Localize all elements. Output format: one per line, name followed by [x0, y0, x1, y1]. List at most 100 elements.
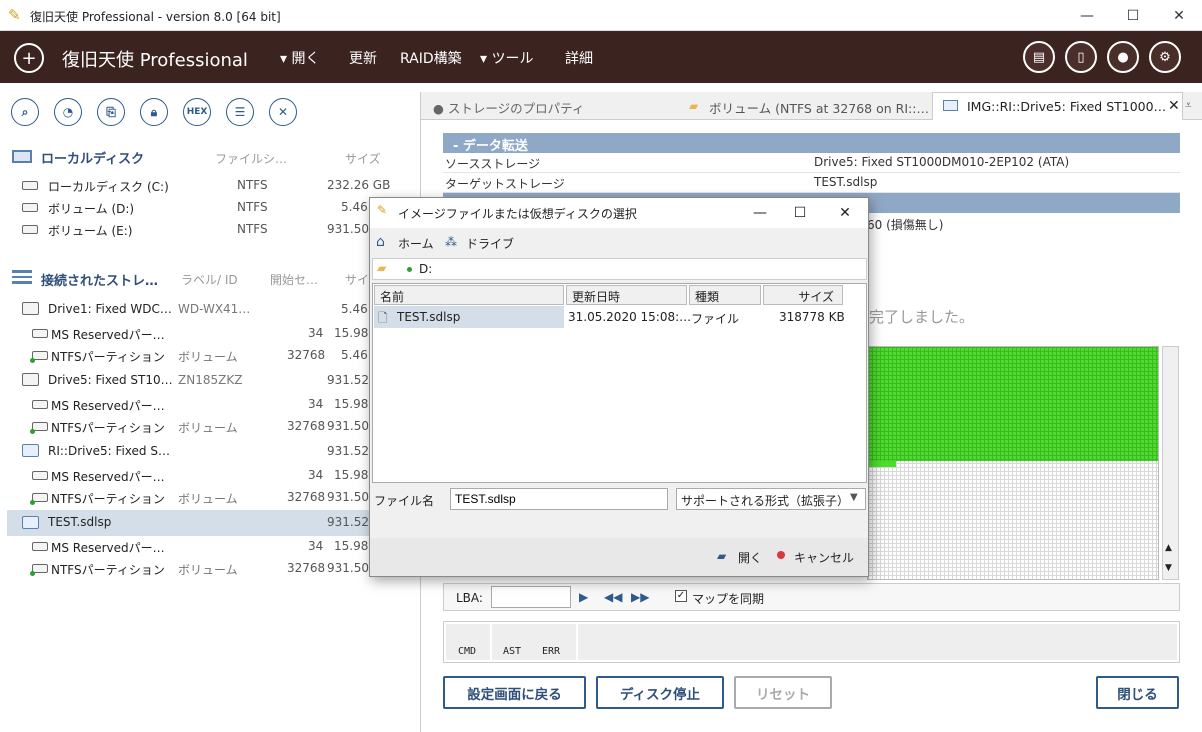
- brand-logo-icon: +: [14, 43, 44, 73]
- tab-image[interactable]: IMG::RI::Drive5: Fixed ST1000… ✕: [932, 92, 1183, 120]
- menu-open[interactable]: ▾ 開く: [280, 48, 319, 68]
- close-window-button[interactable]: ✕: [1156, 0, 1202, 31]
- storage-row-selected[interactable]: TEST.sdlsp 931.52: [7, 510, 420, 536]
- col-type[interactable]: 種類: [689, 285, 761, 305]
- local-disk-name: ボリューム (E:): [48, 224, 133, 238]
- lba-input[interactable]: [491, 586, 571, 608]
- settings-icon[interactable]: ⚙: [1149, 41, 1181, 73]
- file-icon: 🗋: [378, 311, 388, 325]
- partition-row[interactable]: NTFSパーティション ボリューム 32768 931.50: [0, 415, 420, 437]
- partition-row[interactable]: MS Reservedパー… 34 15.98: [0, 322, 420, 344]
- local-disk-row[interactable]: ローカルディスク (C:) NTFS 232.26 GB: [0, 174, 420, 196]
- partition-row[interactable]: MS Reservedパー… 34 15.98: [0, 535, 420, 557]
- back-to-settings-button[interactable]: 設定画面に戻る: [443, 676, 586, 709]
- partition-size: 15.98: [334, 539, 369, 553]
- play-icon[interactable]: ▶: [579, 590, 588, 604]
- file-list[interactable]: 名前 更新日時 種類 サイズ 🗋 TEST.sdlsp 31.05.2020 1…: [372, 283, 867, 483]
- storage-row[interactable]: RI::Drive5: Fixed S… 931.52: [0, 440, 420, 462]
- property-row: ターゲットストレージ TEST.sdlsp: [443, 173, 1180, 193]
- sync-map-checkbox[interactable]: ✓: [675, 590, 687, 602]
- disk-image-icon: [943, 100, 958, 111]
- home-icon[interactable]: ⌂: [376, 234, 385, 250]
- image-icon[interactable]: ⎘: [97, 98, 125, 126]
- local-disk-icon: [12, 150, 32, 163]
- list-icon[interactable]: ☰: [226, 98, 254, 126]
- partition-icon: [32, 329, 48, 338]
- user-icon[interactable]: ●: [1107, 41, 1139, 73]
- storage-row[interactable]: Drive1: Fixed WDC… WD-WX41… 5.46: [0, 298, 420, 320]
- storage-row[interactable]: Drive5: Fixed ST10… ZN185ZKZ 931.52: [0, 369, 420, 391]
- scroll-down-icon[interactable]: ▼: [1165, 563, 1172, 573]
- dialog-title: イメージファイルまたは仮想ディスクの選択: [398, 207, 637, 221]
- partition-size: 931.50: [327, 561, 369, 575]
- partition-row[interactable]: MS Reservedパー… 34 15.98: [0, 464, 420, 486]
- close-button[interactable]: 閉じる: [1096, 676, 1179, 709]
- filename-label: ファイル名: [374, 494, 435, 508]
- partition-row[interactable]: NTFSパーティション ボリューム 32768 931.50: [0, 557, 420, 579]
- rewind-icon[interactable]: ◀◀: [604, 590, 622, 604]
- ast-label: AST: [503, 646, 522, 657]
- storage-name: RI::Drive5: Fixed S…: [48, 444, 170, 458]
- col-name[interactable]: 名前: [374, 285, 564, 305]
- local-disk-size: 931.50: [327, 222, 369, 236]
- status-panel: CMD AST ERR: [443, 621, 1180, 663]
- dialog-close-button[interactable]: ✕: [825, 200, 865, 226]
- reset-button[interactable]: リセット: [734, 676, 832, 709]
- panel-icon[interactable]: ▯: [1065, 41, 1097, 73]
- chat-icon[interactable]: ▤: [1023, 41, 1055, 73]
- map-scrollbar[interactable]: ▲ ▼: [1162, 346, 1179, 580]
- tab-close-icon[interactable]: ✕: [1168, 98, 1180, 114]
- filter-select[interactable]: サポートされる形式（拡張子） ▼: [676, 488, 866, 510]
- storage-size: 5.46: [341, 302, 368, 316]
- cancel-button[interactable]: キャンセル: [794, 549, 854, 566]
- local-col-fs[interactable]: ファイルシ…: [215, 150, 287, 167]
- connected-col-size[interactable]: サイ: [345, 271, 369, 288]
- open-button[interactable]: 開く: [738, 549, 762, 566]
- lock-icon[interactable]: 🔒︎: [140, 98, 168, 126]
- brand-name: 復旧天使 Professional: [62, 50, 248, 71]
- storage-label: ZN185ZKZ: [178, 373, 243, 387]
- maximize-button[interactable]: ☐: [1110, 0, 1156, 31]
- tab-storage-properties[interactable]: ● ストレージのプロパティ: [433, 92, 584, 120]
- filename-input[interactable]: [450, 488, 668, 510]
- search-icon[interactable]: ⌕: [11, 98, 39, 126]
- menu-tools[interactable]: ▾ ツール: [480, 48, 533, 68]
- menu-raid[interactable]: RAID構築: [400, 48, 462, 68]
- connected-col-label[interactable]: ラベル/ ID: [181, 271, 238, 288]
- tab-overflow-icon[interactable]: ⩡: [1185, 98, 1192, 113]
- home-link[interactable]: ホーム: [398, 235, 434, 252]
- close-icon[interactable]: ✕: [269, 98, 297, 126]
- property-value: TEST.sdlsp: [814, 175, 878, 189]
- stop-disk-button[interactable]: ディスク停止: [596, 676, 724, 709]
- connected-col-start[interactable]: 開始セ…: [270, 271, 318, 288]
- local-disk-row[interactable]: ボリューム (D:) NTFS 5.46: [0, 196, 420, 218]
- drive-nodes-icon[interactable]: ⁂: [445, 235, 457, 249]
- dialog-minimize-button[interactable]: —: [740, 200, 780, 226]
- partition-name: MS Reservedパー…: [51, 328, 165, 342]
- menu-refresh[interactable]: 更新: [349, 48, 377, 68]
- hex-icon[interactable]: HEX: [183, 98, 211, 126]
- partition-row[interactable]: NTFSパーティション ボリューム 32768 5.46: [0, 344, 420, 366]
- path-bar[interactable]: ▰ D:: [372, 258, 867, 280]
- data-transfer-header[interactable]: - データ転送: [443, 133, 1180, 154]
- col-size[interactable]: サイズ: [763, 285, 843, 305]
- storage-name: Drive1: Fixed WDC…: [48, 302, 172, 316]
- menu-details[interactable]: 詳細: [565, 48, 593, 68]
- partition-row[interactable]: NTFSパーティション ボリューム 32768 931.50: [0, 486, 420, 508]
- sector-map-done: [868, 347, 1158, 461]
- tab-volume[interactable]: ボリューム (NTFS at 32768 on RI::…: [709, 92, 929, 120]
- dialog-maximize-button[interactable]: ☐: [780, 200, 820, 226]
- window-title: 復旧天使 Professional - version 8.0 [64 bit]: [30, 10, 281, 24]
- file-row[interactable]: 🗋 TEST.sdlsp 31.05.2020 15:08:… ファイル 318…: [374, 306, 865, 328]
- scroll-up-icon[interactable]: ▲: [1165, 543, 1172, 553]
- local-disk-row[interactable]: ボリューム (E:) NTFS 931.50: [0, 218, 420, 240]
- scan-icon[interactable]: ◔: [54, 98, 82, 126]
- minimize-button[interactable]: —: [1064, 0, 1110, 31]
- partition-row[interactable]: MS Reservedパー… 34 15.98: [0, 393, 420, 415]
- partition-size: 15.98: [334, 326, 369, 340]
- fast-forward-icon[interactable]: ▶▶: [631, 590, 649, 604]
- drive-link[interactable]: ドライブ: [466, 235, 514, 252]
- connected-header: 接続されたストレ…: [41, 274, 159, 289]
- col-modified[interactable]: 更新日時: [566, 285, 687, 305]
- local-col-size[interactable]: サイズ: [345, 150, 381, 167]
